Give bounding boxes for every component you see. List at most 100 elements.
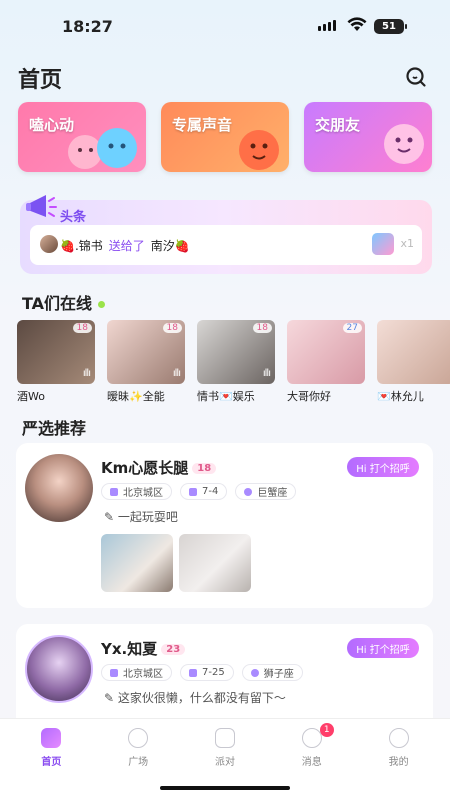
sender-avatar [40, 235, 58, 253]
zodiac-tag: 狮子座 [241, 664, 303, 681]
avatar[interactable] [25, 635, 93, 703]
recommend-card[interactable]: Km心愿长腿 18 Hi 打个招呼 北京城区 7-4 巨蟹座 ✎ 一起玩耍吧 [16, 443, 433, 608]
online-section-title: TA们在线 [22, 290, 106, 314]
search-icon[interactable] [405, 66, 427, 88]
say-hi-button[interactable]: Hi 打个招呼 [347, 457, 419, 477]
status-bar: 18:27 51 [0, 0, 450, 50]
online-user[interactable]: 💌林允儿 [377, 320, 450, 410]
age-badge: 18 [72, 323, 92, 333]
planet-icon [244, 487, 253, 496]
pen-icon: ✎ [104, 691, 118, 705]
party-heart-icon [214, 728, 235, 748]
online-user-photo: 18 ıllı [107, 320, 185, 384]
nav-label: 消息 [301, 757, 322, 768]
nav-profile[interactable]: 我的 [364, 719, 434, 800]
user-photos [101, 534, 251, 592]
nav-label: 首页 [41, 757, 62, 768]
home-icon [41, 728, 62, 748]
online-user[interactable]: 27 大哥你好 [287, 320, 365, 410]
card-heartbeat[interactable]: 嗑心动 [18, 102, 146, 172]
online-user[interactable]: 18 ıllı 酒Wo [17, 320, 95, 410]
online-user-name: 大哥你好 [287, 390, 331, 403]
user-photo[interactable] [179, 534, 251, 592]
feature-cards: 嗑心动 专属声音 交朋友 [18, 102, 432, 172]
building-icon [110, 487, 118, 496]
card-friends[interactable]: 交朋友 [304, 102, 432, 172]
headline-message: 🍓.锦书 送给了 南汐🍓 x1 [30, 225, 422, 265]
age-badge: 18 [252, 323, 272, 333]
location-text: 北京城区 [123, 488, 163, 499]
heart-mascot-icon [68, 128, 137, 169]
signature-text: 这家伙很懒，什么都没有留下～ [117, 691, 286, 705]
battery-level: 51 [382, 21, 396, 32]
zodiac-text: 巨蟹座 [257, 488, 288, 499]
height-text: 7-4 [202, 486, 219, 497]
gift-icon [372, 233, 394, 255]
online-users-list: 18 ıllı 酒Wo 18 ıllı 暧昧✨全能 18 ıllı 情书💌娱乐 27 … [17, 320, 450, 410]
online-user-name: 暧昧✨全能 [107, 390, 165, 403]
card-label: 交朋友 [315, 116, 361, 134]
message-bubble-icon [301, 728, 322, 748]
user-signature: ✎ 这家伙很懒，什么都没有留下～ [104, 689, 286, 706]
headline-banner[interactable]: 头条 🍓.锦书 送给了 南汐🍓 x1 [20, 195, 432, 274]
height-tag: 7-4 [180, 483, 228, 500]
online-user[interactable]: 18 ıllı 情书💌娱乐 [197, 320, 275, 410]
gift-action: 送给了 [108, 238, 145, 253]
location-tag: 北京城区 [101, 483, 172, 500]
friend-mascot-icon [384, 124, 424, 164]
recommend-section-title: 严选推荐 [22, 419, 87, 438]
user-name: Yx.知夏 [101, 640, 158, 658]
avatar[interactable] [25, 454, 93, 522]
user-tags: 北京城区 7-4 巨蟹座 [101, 483, 297, 500]
home-indicator [160, 786, 290, 790]
online-title: TA们在线 [22, 294, 93, 313]
location-tag: 北京城区 [101, 664, 172, 681]
user-signature: ✎ 一起玩耍吧 [104, 508, 178, 525]
online-user-photo: 18 ıllı [17, 320, 95, 384]
page-title: 首页 [18, 68, 63, 93]
receiver-name: 南汐🍓 [150, 238, 190, 253]
online-user[interactable]: 18 ıllı 暧昧✨全能 [107, 320, 185, 410]
user-name-row: Km心愿长腿 18 [101, 457, 217, 478]
height-text: 7-25 [202, 667, 225, 678]
online-user-photo: 27 [287, 320, 365, 384]
say-hi-button[interactable]: Hi 打个招呼 [347, 638, 419, 658]
nav-home[interactable]: 首页 [16, 719, 86, 800]
compass-icon [128, 728, 149, 748]
cellular-signal-icon [318, 20, 336, 31]
age-badge: 27 [342, 323, 362, 333]
user-tags: 北京城区 7-25 狮子座 [101, 664, 303, 681]
age-badge: 23 [161, 644, 186, 655]
online-user-photo [377, 320, 450, 384]
online-user-photo: 18 ıllı [197, 320, 275, 384]
height-tag: 7-25 [180, 664, 234, 681]
nav-label: 广场 [128, 757, 149, 768]
age-badge: 18 [192, 463, 217, 474]
card-label: 专属声音 [172, 116, 233, 134]
gift-count: x1 [400, 237, 414, 250]
online-user-name: 酒Wo [17, 390, 45, 403]
nav-label: 派对 [214, 757, 235, 768]
signature-text: 一起玩耍吧 [117, 510, 178, 524]
megaphone-icon [26, 195, 57, 217]
voice-mascot-icon [239, 130, 279, 170]
status-time: 18:27 [62, 17, 113, 36]
age-badge: 18 [162, 323, 182, 333]
nav-label: 我的 [388, 757, 409, 768]
user-photo[interactable] [101, 534, 173, 592]
battery-icon: 51 [374, 19, 407, 34]
voice-wave-icon: ıllı [82, 368, 91, 379]
unread-badge: 1 [319, 723, 334, 737]
online-dot [98, 301, 106, 308]
zodiac-text: 狮子座 [263, 669, 294, 680]
voice-wave-icon: ıllı [172, 368, 181, 379]
sender-name: 🍓.锦书 [60, 238, 103, 253]
headline-title: 头条 [60, 210, 87, 225]
profile-face-icon [388, 728, 409, 748]
planet-icon [250, 668, 259, 677]
figure-icon [189, 487, 197, 496]
pen-icon: ✎ [104, 510, 118, 524]
figure-icon [189, 668, 197, 677]
card-voice[interactable]: 专属声音 [161, 102, 289, 172]
building-icon [110, 668, 118, 677]
